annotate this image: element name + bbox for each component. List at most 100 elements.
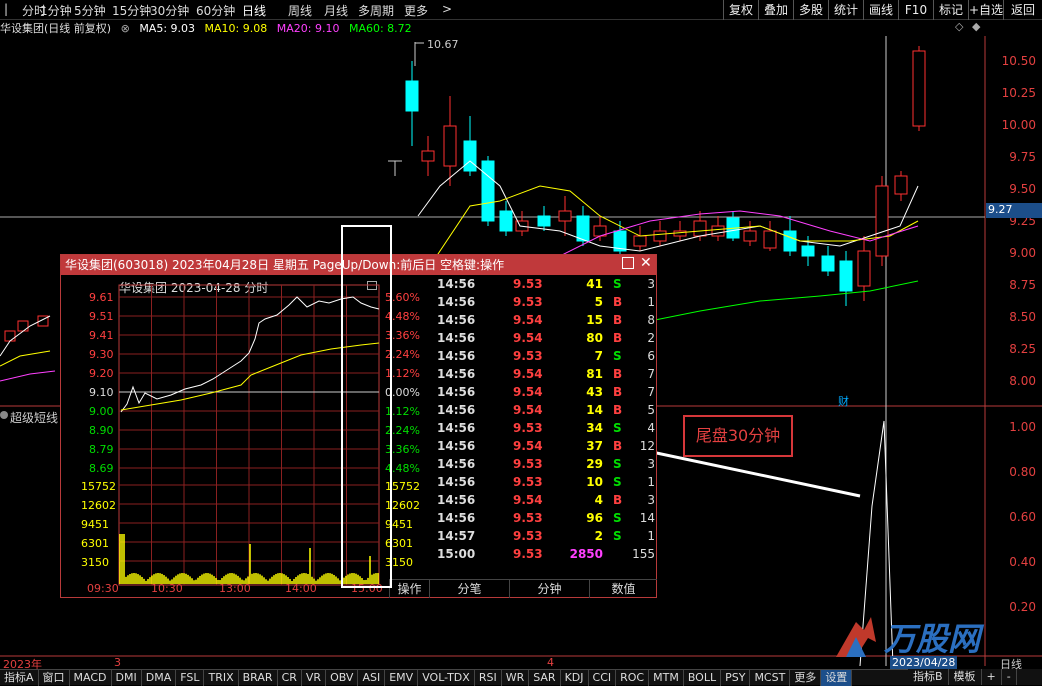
trade-time: 14:56 — [437, 295, 476, 309]
period-tab-9[interactable]: 多周期 — [358, 2, 394, 19]
bottom-tab-6[interactable]: TRIX — [204, 670, 239, 686]
trade-price: 9.53 — [513, 295, 543, 309]
period-tab-6[interactable]: 日线 — [242, 2, 266, 19]
bottom-tab-8[interactable]: CR — [278, 670, 302, 686]
bottom-tab-1[interactable]: 窗口 — [39, 670, 70, 686]
bottom-tab-10[interactable]: OBV — [326, 670, 359, 686]
period-tab-1[interactable]: 1分钟 — [40, 2, 72, 19]
trade-count: 1 — [647, 475, 655, 489]
settings-icon[interactable]: ⊗ — [121, 22, 130, 35]
trade-time: 14:57 — [437, 529, 476, 543]
trade-time: 14:56 — [437, 349, 476, 363]
trade-price: 9.53 — [513, 511, 543, 525]
watermark-logo: 万股网 — [826, 612, 1016, 662]
trade-count: 4 — [647, 421, 655, 435]
price-tick: 10.25 — [1001, 86, 1036, 100]
toolbar-button-7[interactable]: +自选 — [968, 0, 1003, 20]
bottom-tab-15[interactable]: WR — [502, 670, 530, 686]
trade-side: B — [613, 403, 623, 417]
trade-count: 3 — [647, 493, 655, 507]
bottom-tab-22[interactable]: PSY — [721, 670, 751, 686]
bottom-tab-21[interactable]: BOLL — [684, 670, 722, 686]
candle-body — [481, 160, 495, 222]
bottom-tab-24[interactable]: 更多 — [790, 670, 822, 686]
bottom-tab-13[interactable]: VOL-TDX — [418, 670, 475, 686]
bottom-tab-4[interactable]: DMA — [142, 670, 177, 686]
current-price-label: 9.27 — [986, 203, 1042, 218]
toolbar-button-8[interactable]: 返回 — [1003, 0, 1042, 20]
bottom-tab-17[interactable]: KDJ — [561, 670, 589, 686]
menu-bar-icon[interactable]: | — [4, 2, 8, 16]
toolbar-button-6[interactable]: 标记 — [933, 0, 968, 20]
trade-count: 2 — [647, 331, 655, 345]
indicator-name[interactable]: 超级短线 — [10, 409, 58, 426]
trade-side: B — [613, 367, 623, 381]
bottom-tab-14[interactable]: RSI — [475, 670, 502, 686]
trade-volume: 96 — [586, 511, 603, 525]
price-tick: 10.00 — [1001, 118, 1036, 132]
bottom-tab-11[interactable]: ASI — [358, 670, 386, 686]
bottom-tab-5[interactable]: FSL — [176, 670, 205, 686]
bottom-tab-0[interactable]: 指标A — [0, 670, 39, 686]
trade-row: 14:56 9.53 10 S 1 — [437, 475, 655, 493]
period-tab-8[interactable]: 月线 — [324, 2, 348, 19]
toolbar-button-0[interactable]: 复权 — [723, 0, 758, 20]
toolbar-button-4[interactable]: 画线 — [863, 0, 898, 20]
intraday-popup[interactable]: 华设集团(603018) 2023年04月28日 星期五 PageUp/Down… — [60, 225, 657, 598]
period-tab-4[interactable]: 30分钟 — [150, 2, 189, 19]
trade-time: 14:56 — [437, 439, 476, 453]
cai-label[interactable]: 财 — [838, 393, 849, 409]
trade-price: 9.54 — [513, 367, 543, 381]
trade-volume: 4 — [594, 493, 603, 507]
trade-side: S — [613, 277, 622, 291]
bottom-tab-12[interactable]: EMV — [385, 670, 419, 686]
bottom-tab-2[interactable]: MACD — [70, 670, 112, 686]
trade-volume: 10 — [586, 475, 603, 489]
toolbar-button-3[interactable]: 统计 — [828, 0, 863, 20]
trade-volume: 15 — [586, 313, 603, 327]
price-tick: 10.50 — [1001, 54, 1036, 68]
trade-row: 14:56 9.53 29 S 3 — [437, 457, 655, 475]
bottom-right-tab-0[interactable]: 指标B — [908, 669, 949, 685]
period-tab-2[interactable]: 5分钟 — [74, 2, 106, 19]
bottom-tab-18[interactable]: CCI — [589, 670, 617, 686]
indicator-tick: 0.80 — [1009, 465, 1036, 479]
indicator-tick: 1.00 — [1009, 420, 1036, 434]
toolbar-button-2[interactable]: 多股 — [793, 0, 828, 20]
bottom-right-tab-1[interactable]: 模板 — [949, 669, 982, 685]
period-tab-3[interactable]: 15分钟 — [112, 2, 151, 19]
trade-time: 14:56 — [437, 403, 476, 417]
trade-count: 3 — [647, 277, 655, 291]
trade-price: 9.54 — [513, 493, 543, 507]
bottom-tab-3[interactable]: DMI — [112, 670, 142, 686]
bottom-tab-20[interactable]: MTM — [649, 670, 684, 686]
toolbar-button-1[interactable]: 叠加 — [758, 0, 793, 20]
trade-price: 9.53 — [513, 475, 543, 489]
candle-body — [4, 330, 16, 342]
diamond-icon[interactable]: ◇ — [955, 20, 963, 33]
trade-side: S — [613, 421, 622, 435]
ma-header: 华设集团(日线 前复权) ⊗ MA5: 9.03 MA10: 9.08 MA20… — [0, 20, 418, 36]
bottom-tab-19[interactable]: ROC — [616, 670, 650, 686]
popup-tab-3[interactable]: 数值 — [589, 580, 657, 598]
bottom-tab-9[interactable]: VR — [302, 670, 327, 686]
period-tab-7[interactable]: 周线 — [288, 2, 312, 19]
bottom-right-tab-3[interactable]: - — [1002, 669, 1017, 685]
trade-side: B — [613, 439, 623, 453]
bottom-right-tab-2[interactable]: + — [982, 669, 1002, 685]
period-tab-10[interactable]: 更多 — [404, 2, 428, 19]
popup-tab-0[interactable]: 操作 — [389, 580, 429, 598]
more-chevron-icon[interactable]: > — [442, 2, 452, 16]
toolbar-button-5[interactable]: F10 — [898, 0, 933, 20]
period-tab-5[interactable]: 60分钟 — [196, 2, 235, 19]
bottom-tab-25[interactable]: 设置 — [821, 670, 853, 686]
trade-price: 9.54 — [513, 313, 543, 327]
bottom-tab-16[interactable]: SAR — [529, 670, 561, 686]
bottom-tab-23[interactable]: MCST — [750, 670, 791, 686]
popup-tab-2[interactable]: 分钟 — [509, 580, 589, 598]
bottom-tab-7[interactable]: BRAR — [239, 670, 278, 686]
price-tick: 9.75 — [1009, 150, 1036, 164]
expand-icon[interactable]: ◆ — [972, 20, 980, 33]
trade-side: S — [613, 511, 622, 525]
popup-tab-1[interactable]: 分笔 — [429, 580, 509, 598]
